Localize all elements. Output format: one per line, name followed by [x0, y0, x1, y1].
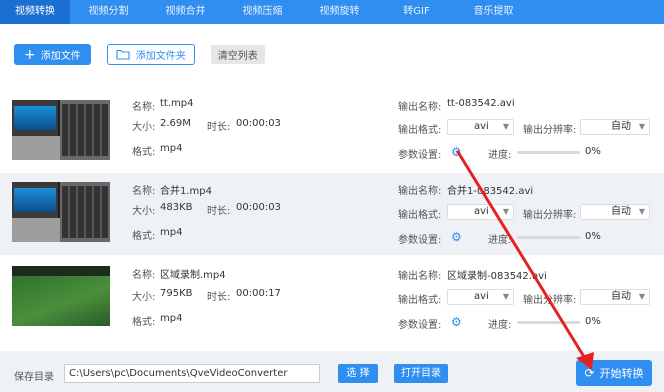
progress-label: 进度:	[488, 320, 512, 331]
output-resolution-select[interactable]: 自动 ▼	[580, 289, 650, 305]
tab-video-split[interactable]: 视频分割	[70, 0, 147, 24]
tab-music-extract[interactable]: 音乐提取	[455, 0, 532, 24]
plus-icon: +	[24, 46, 36, 63]
output-name-label: 输出名称:	[398, 186, 442, 197]
add-folder-button[interactable]: 添加文件夹	[106, 44, 195, 65]
refresh-icon: ⟳	[584, 366, 595, 380]
output-resolution-value: 自动	[611, 206, 631, 217]
choose-button[interactable]: 选 择	[338, 364, 378, 383]
output-format-label: 输出格式:	[398, 210, 442, 221]
params-label: 参数设置:	[398, 150, 442, 161]
progress-bar	[517, 236, 580, 239]
add-file-label: 添加文件	[40, 51, 81, 62]
size-label: 大小:	[132, 292, 156, 303]
file-row[interactable]: 名称: 合并1.mp4 大小: 483KB 时长: 00:00:03 格式: m…	[0, 173, 664, 255]
output-name: 区域录制-083542.avi	[447, 271, 547, 282]
progress-label: 进度:	[488, 150, 512, 161]
output-resolution-label: 输出分辨率:	[523, 295, 577, 306]
gear-icon[interactable]: ⚙	[451, 231, 463, 243]
chevron-down-icon: ▼	[638, 292, 645, 301]
file-name: 区域录制.mp4	[160, 270, 226, 281]
progress-bar	[517, 151, 580, 154]
name-label: 名称:	[132, 102, 156, 113]
output-resolution-label: 输出分辨率:	[523, 210, 577, 221]
output-format-select[interactable]: avi ▼	[447, 119, 514, 135]
open-dir-button[interactable]: 打开目录	[394, 364, 448, 383]
duration-label: 时长:	[207, 122, 231, 133]
output-format-select[interactable]: avi ▼	[447, 289, 514, 305]
save-dir-label: 保存目录	[14, 372, 54, 383]
add-file-button[interactable]: + 添加文件	[14, 44, 91, 65]
progress-value: 0%	[585, 146, 601, 157]
gear-icon[interactable]: ⚙	[451, 146, 463, 158]
output-format-select[interactable]: avi ▼	[447, 204, 514, 220]
output-resolution-select[interactable]: 自动 ▼	[580, 204, 650, 220]
file-name: tt.mp4	[160, 98, 194, 109]
file-size: 2.69M	[160, 118, 191, 129]
video-thumbnail	[12, 182, 110, 242]
file-duration: 00:00:03	[236, 202, 281, 213]
toolbar: + 添加文件 添加文件夹 清空列表	[14, 44, 265, 65]
progress-value: 0%	[585, 231, 601, 242]
tab-video-merge[interactable]: 视频合并	[147, 0, 224, 24]
output-format-value: avi	[474, 291, 489, 302]
start-convert-label: 开始转换	[599, 367, 644, 380]
file-size: 795KB	[160, 288, 193, 299]
output-resolution-value: 自动	[611, 121, 631, 132]
format-label: 格式:	[132, 231, 156, 242]
output-format-value: avi	[474, 121, 489, 132]
output-format-label: 输出格式:	[398, 125, 442, 136]
video-thumbnail	[12, 100, 110, 160]
chevron-down-icon: ▼	[502, 292, 509, 301]
output-format-label: 输出格式:	[398, 295, 442, 306]
folder-icon	[116, 49, 130, 60]
thumbnail-titlebar	[12, 266, 110, 276]
output-resolution-select[interactable]: 自动 ▼	[580, 119, 650, 135]
tab-video-compress[interactable]: 视频压缩	[224, 0, 301, 24]
output-name: 合并1-083542.avi	[447, 186, 534, 197]
tab-video-convert[interactable]: 视频转换	[0, 0, 70, 24]
file-row[interactable]: 名称: 区域录制.mp4 大小: 795KB 时长: 00:00:17 格式: …	[0, 257, 664, 339]
file-format: mp4	[160, 313, 183, 324]
name-label: 名称:	[132, 186, 156, 197]
file-duration: 00:00:17	[236, 288, 281, 299]
tab-video-rotate[interactable]: 视频旋转	[301, 0, 378, 24]
format-label: 格式:	[132, 317, 156, 328]
output-name-label: 输出名称:	[398, 271, 442, 282]
duration-label: 时长:	[207, 292, 231, 303]
progress-bar	[517, 321, 580, 324]
output-resolution-label: 输出分辨率:	[523, 125, 577, 136]
file-row[interactable]: 名称: tt.mp4 大小: 2.69M 时长: 00:00:03 格式: mp…	[0, 91, 664, 173]
chevron-down-icon: ▼	[502, 122, 509, 131]
chevron-down-icon: ▼	[502, 207, 509, 216]
file-format: mp4	[160, 143, 183, 154]
params-label: 参数设置:	[398, 320, 442, 331]
output-name: tt-083542.avi	[447, 98, 515, 109]
chevron-down-icon: ▼	[638, 122, 645, 131]
chevron-down-icon: ▼	[638, 207, 645, 216]
file-name: 合并1.mp4	[160, 186, 212, 197]
save-path-input[interactable]	[64, 364, 320, 383]
output-format-value: avi	[474, 206, 489, 217]
params-label: 参数设置:	[398, 235, 442, 246]
format-label: 格式:	[132, 147, 156, 158]
add-folder-label: 添加文件夹	[135, 51, 186, 62]
tab-bar: 视频转换 视频分割 视频合并 视频压缩 视频旋转 转GIF 音乐提取	[0, 0, 664, 24]
tab-to-gif[interactable]: 转GIF	[378, 0, 455, 24]
start-convert-button[interactable]: ⟳ 开始转换	[576, 360, 652, 386]
output-name-label: 输出名称:	[398, 102, 442, 113]
file-duration: 00:00:03	[236, 118, 281, 129]
size-label: 大小:	[132, 206, 156, 217]
name-label: 名称:	[132, 270, 156, 281]
gear-icon[interactable]: ⚙	[451, 316, 463, 328]
progress-value: 0%	[585, 316, 601, 327]
progress-label: 进度:	[488, 235, 512, 246]
duration-label: 时长:	[207, 206, 231, 217]
video-thumbnail	[12, 266, 110, 326]
file-format: mp4	[160, 227, 183, 238]
size-label: 大小:	[132, 122, 156, 133]
clear-list-button[interactable]: 清空列表	[210, 45, 265, 64]
file-size: 483KB	[160, 202, 193, 213]
output-resolution-value: 自动	[611, 291, 631, 302]
